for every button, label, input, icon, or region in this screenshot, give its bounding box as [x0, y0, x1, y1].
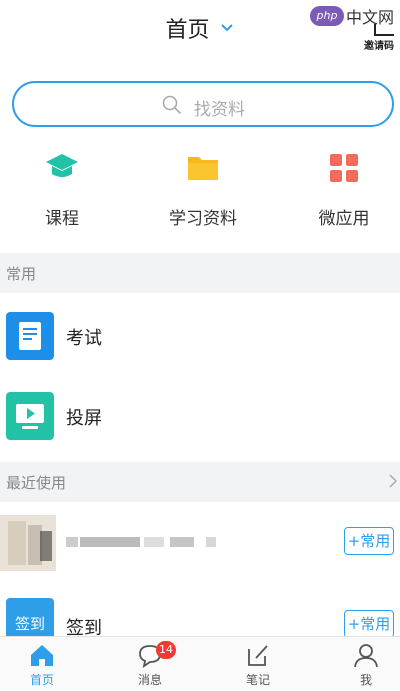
tab-label: 我	[359, 673, 372, 687]
section-label: 最近使用	[6, 474, 67, 492]
tab-label: 首页	[29, 673, 54, 687]
tab-label: 笔记	[245, 673, 270, 687]
bottom-tab-bar: 首页 消息 14 笔记 我	[0, 636, 400, 690]
invite-code-link[interactable]: 邀请码	[364, 37, 394, 52]
tab-profile[interactable]: 我	[316, 641, 400, 691]
quick-action-courses[interactable]: 课程	[2, 150, 122, 229]
chevron-down-icon	[220, 24, 233, 32]
tab-notes[interactable]: 笔记	[208, 641, 308, 691]
list-item-exam[interactable]: 考试	[0, 298, 400, 374]
edit-note-icon	[248, 645, 268, 666]
quick-action-label: 学习资料	[169, 209, 237, 229]
recent-item[interactable]: +常用	[0, 505, 400, 583]
grid-apps-icon	[330, 154, 358, 182]
add-to-common-button[interactable]: +常用	[344, 527, 394, 555]
home-icon	[31, 645, 53, 666]
search-placeholder: 找资料	[194, 100, 245, 120]
quick-action-micro-apps[interactable]: 微应用	[284, 150, 400, 229]
unread-badge: 14	[156, 641, 176, 659]
search-icon	[162, 95, 182, 115]
section-header-common: 常用	[0, 253, 400, 293]
section-header-recent[interactable]: 最近使用	[0, 462, 400, 502]
quick-action-label: 课程	[45, 209, 79, 229]
quick-action-label: 微应用	[318, 209, 370, 229]
chevron-right-icon	[389, 474, 398, 488]
tab-home[interactable]: 首页	[0, 641, 92, 691]
top-header: 首页 php 中文网 邀请码	[0, 0, 400, 56]
profile-icon	[354, 644, 378, 668]
tab-messages[interactable]: 消息 14	[100, 641, 200, 691]
page-title: 首页	[165, 18, 210, 43]
list-item-label: 考试	[66, 328, 102, 349]
section-label: 常用	[6, 265, 37, 283]
scan-icon[interactable]	[374, 24, 394, 36]
blurred-thumbnail	[0, 515, 56, 571]
blurred-title	[66, 537, 216, 547]
screen-cast-icon	[6, 392, 54, 440]
list-item-label: 投屏	[66, 408, 102, 429]
folder-icon	[188, 157, 218, 180]
tab-label: 消息	[137, 673, 162, 687]
add-to-common-button[interactable]: +常用	[344, 610, 394, 638]
graduation-cap-icon	[46, 154, 78, 177]
exam-paper-icon	[6, 312, 54, 360]
search-input[interactable]: 找资料	[12, 81, 394, 127]
list-item-screencast[interactable]: 投屏	[0, 378, 400, 454]
quick-action-materials[interactable]: 学习资料	[143, 150, 263, 229]
watermark-logo: php	[310, 6, 344, 26]
watermark: php 中文网 邀请码	[304, 2, 396, 52]
